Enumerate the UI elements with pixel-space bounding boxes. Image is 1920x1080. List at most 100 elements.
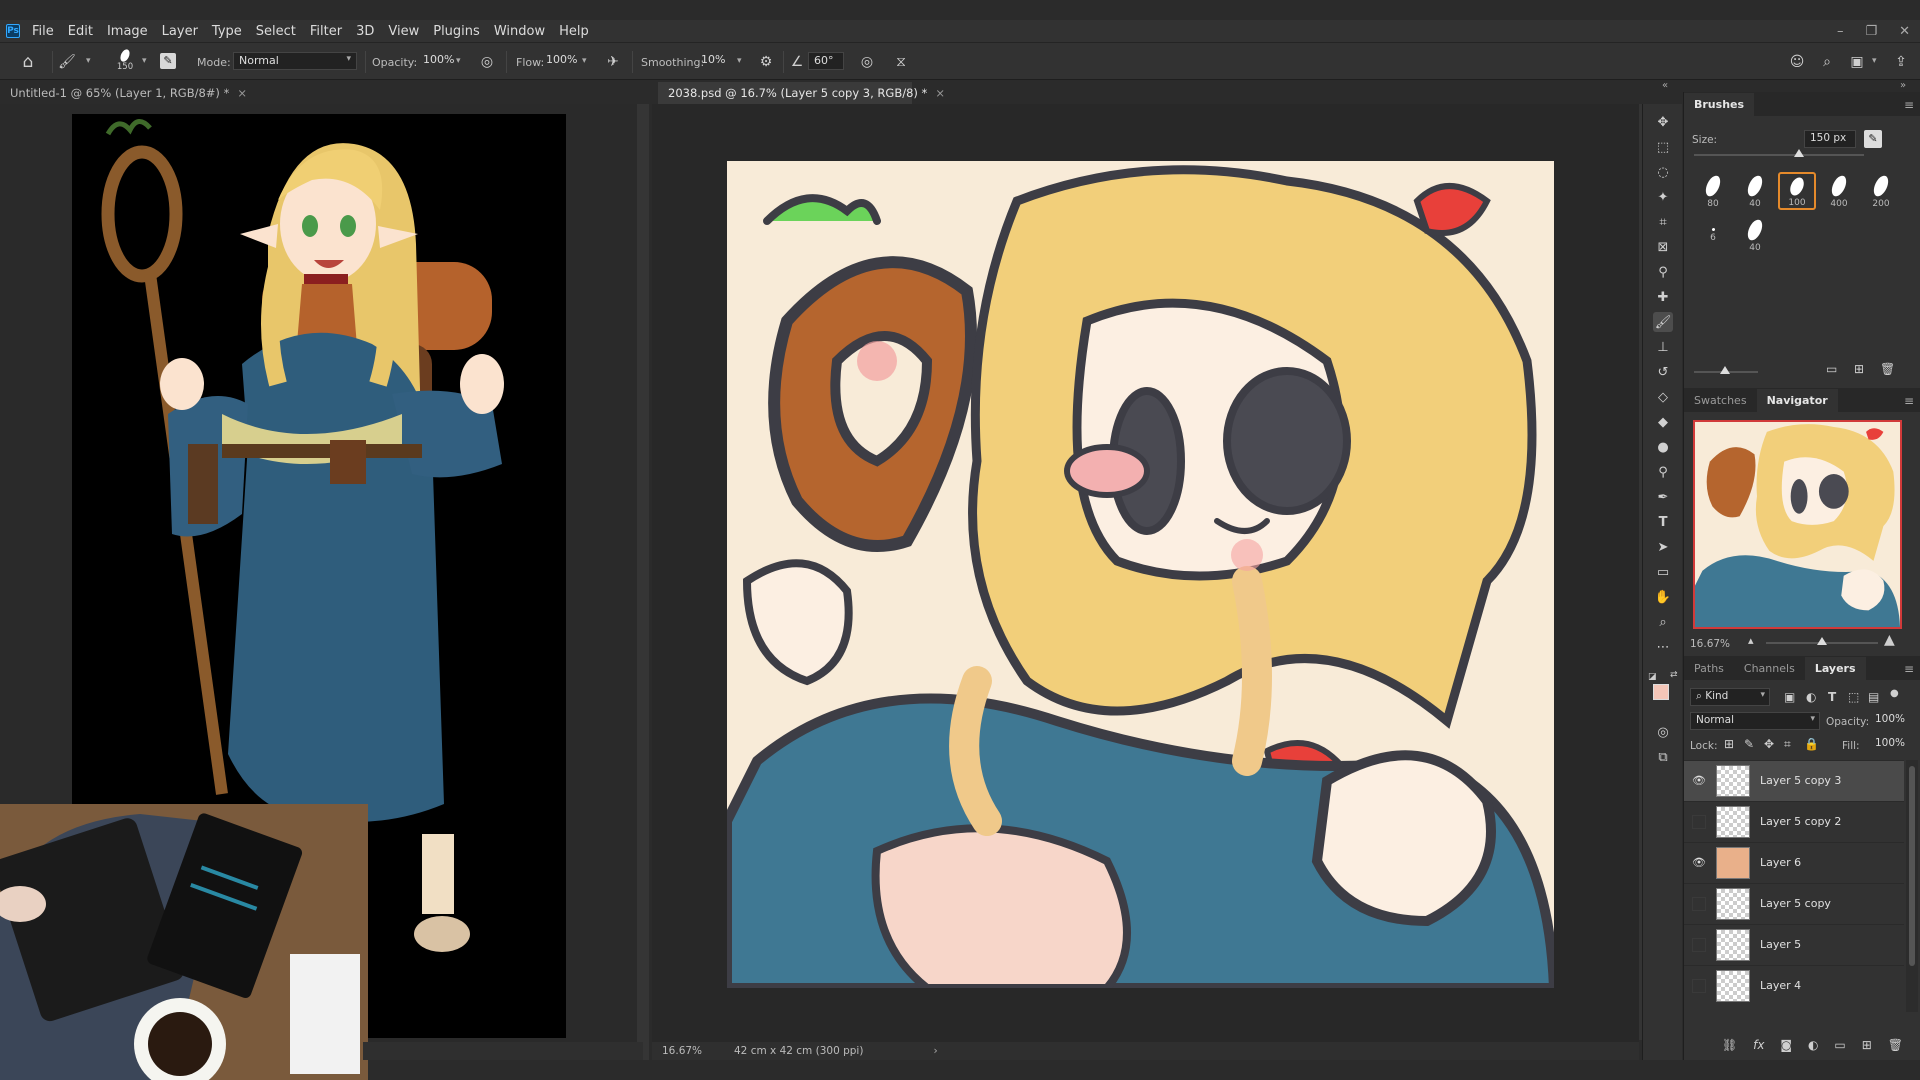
- lock-image-icon[interactable]: ✎: [1744, 737, 1754, 751]
- tab-untitled-1[interactable]: Untitled-1 @ 65% (Layer 1, RGB/8#) * ×: [0, 82, 247, 104]
- frame-icon[interactable]: ⊠: [1653, 237, 1673, 257]
- bucket-icon[interactable]: ◆: [1653, 412, 1673, 432]
- brush-size-input[interactable]: 150 px: [1804, 130, 1856, 148]
- type-icon[interactable]: T: [1653, 512, 1673, 532]
- menu-file[interactable]: File: [32, 24, 54, 39]
- workspace-chevron-icon[interactable]: ▾: [1872, 56, 1877, 66]
- search-icon[interactable]: ⌕: [1818, 53, 1836, 71]
- navigator-zoom-slider[interactable]: [1766, 637, 1878, 645]
- mode-select[interactable]: Normal ▾: [233, 52, 357, 70]
- tab-brushes[interactable]: Brushes: [1684, 93, 1755, 116]
- new-group-folder-icon[interactable]: ▭: [1834, 1038, 1845, 1052]
- brush-preview-slider[interactable]: [1694, 366, 1758, 374]
- marquee-icon[interactable]: ⬚: [1653, 137, 1673, 157]
- home-icon[interactable]: ⌂: [16, 53, 40, 71]
- brush-preset-picker[interactable]: 150: [112, 47, 138, 77]
- tab-layers[interactable]: Layers: [1804, 657, 1866, 680]
- tab-channels[interactable]: Channels: [1734, 657, 1805, 680]
- photoshop-logo-icon[interactable]: Ps: [6, 24, 20, 38]
- more-icon[interactable]: ⋯: [1653, 637, 1673, 657]
- smoothing-chevron-icon[interactable]: ▾: [737, 56, 742, 66]
- brushes-panel-menu-icon[interactable]: ≡: [1904, 98, 1914, 112]
- layer-row[interactable]: Layer 4: [1684, 965, 1904, 1006]
- hand-icon[interactable]: ✋: [1653, 587, 1673, 607]
- brush-preset[interactable]: 200: [1862, 172, 1900, 210]
- brush-size-slider[interactable]: [1694, 149, 1864, 157]
- lock-artboard-icon[interactable]: ⌗: [1784, 737, 1791, 752]
- visibility-eye-icon[interactable]: 👁: [1692, 774, 1706, 788]
- pressure-size-icon[interactable]: ◎: [858, 53, 876, 71]
- symmetry-icon[interactable]: ⧖: [892, 53, 910, 71]
- add-mask-icon[interactable]: ◙: [1780, 1038, 1792, 1052]
- status-zoom[interactable]: 16.67%: [662, 1045, 722, 1057]
- filter-type-icon[interactable]: T: [1828, 690, 1836, 704]
- menu-image[interactable]: Image: [107, 24, 148, 39]
- menu-view[interactable]: View: [388, 24, 419, 39]
- tab-paths[interactable]: Paths: [1684, 657, 1734, 680]
- brush-preset[interactable]: 100: [1778, 172, 1816, 210]
- zoom-icon[interactable]: ⌕: [1653, 612, 1673, 632]
- smoothing-input[interactable]: 10%: [696, 52, 732, 70]
- menu-type[interactable]: Type: [212, 24, 242, 39]
- opacity-input[interactable]: 100%: [418, 52, 454, 70]
- workspace-icon[interactable]: ▣: [1848, 53, 1866, 71]
- navigator-zoom-slider-thumb[interactable]: [1817, 637, 1827, 645]
- airbrush-icon[interactable]: ✈: [604, 53, 622, 71]
- move-icon[interactable]: ✥: [1653, 112, 1673, 132]
- layers-scrollbar[interactable]: [1906, 760, 1918, 1012]
- rectangle-icon[interactable]: ▭: [1653, 562, 1673, 582]
- filter-adjustment-icon[interactable]: ◐: [1806, 690, 1816, 704]
- close-tab-icon[interactable]: ×: [935, 86, 945, 100]
- blur-icon[interactable]: ●: [1653, 437, 1673, 457]
- reference-scrollbar[interactable]: [637, 104, 649, 1060]
- brush-preset[interactable]: 400: [1820, 172, 1858, 210]
- share-people-icon[interactable]: ☺: [1788, 53, 1806, 71]
- menu-filter[interactable]: Filter: [310, 24, 342, 39]
- path-select-icon[interactable]: ➤: [1653, 537, 1673, 557]
- angle-input[interactable]: 60°: [808, 52, 844, 70]
- brush-preset[interactable]: 40: [1736, 172, 1774, 210]
- restore-icon[interactable]: ❐: [1865, 24, 1877, 39]
- layer-opacity-input[interactable]: 100%: [1870, 712, 1914, 730]
- status-expand-icon[interactable]: ›: [933, 1045, 937, 1057]
- collapse-toolbar-icon[interactable]: «: [1662, 80, 1668, 91]
- new-layer-icon[interactable]: ⊞: [1862, 1038, 1872, 1052]
- visibility-eye-icon[interactable]: [1692, 897, 1706, 911]
- brush-preset-chevron-icon[interactable]: ▾: [142, 56, 147, 66]
- new-brush-group-folder-icon[interactable]: ▭: [1826, 362, 1837, 376]
- crop-icon[interactable]: ⌗: [1653, 212, 1673, 232]
- opacity-chevron-icon[interactable]: ▾: [456, 56, 461, 66]
- navigator-zoom-value[interactable]: 16.67%: [1690, 638, 1730, 650]
- menu-layer[interactable]: Layer: [162, 24, 198, 39]
- flow-input[interactable]: 100%: [541, 52, 577, 70]
- zoom-out-mountain-icon[interactable]: ▴: [1748, 634, 1754, 647]
- brush-preset[interactable]: 40: [1736, 216, 1774, 254]
- new-brush-icon[interactable]: ⊞: [1854, 362, 1864, 376]
- menu-select[interactable]: Select: [256, 24, 296, 39]
- brush-settings-icon[interactable]: ✎: [160, 53, 176, 69]
- brush-tool-icon[interactable]: 🖌: [58, 53, 76, 71]
- filter-pixel-icon[interactable]: ▣: [1784, 690, 1795, 704]
- lasso-icon[interactable]: ◌: [1653, 162, 1673, 182]
- flow-chevron-icon[interactable]: ▾: [582, 56, 587, 66]
- close-tab-icon[interactable]: ×: [237, 86, 247, 100]
- share-icon[interactable]: ⇪: [1892, 53, 1910, 71]
- layers-panel-menu-icon[interactable]: ≡: [1904, 662, 1914, 676]
- filter-toggle-icon[interactable]: ●: [1890, 688, 1899, 699]
- zoom-in-mountain-icon[interactable]: ▲: [1884, 632, 1895, 648]
- tab-2038-psd[interactable]: 2038.psd @ 16.7% (Layer 5 copy 3, RGB/8)…: [658, 82, 945, 104]
- layer-row[interactable]: Layer 5 copy: [1684, 883, 1904, 924]
- layer-filter-kind-select[interactable]: ⌕ Kind ▾: [1690, 688, 1770, 706]
- pressure-opacity-icon[interactable]: ◎: [478, 53, 496, 71]
- lock-transparent-icon[interactable]: ⊞: [1724, 737, 1734, 751]
- menu-3d[interactable]: 3D: [356, 24, 374, 39]
- brush-preset[interactable]: 80: [1694, 172, 1732, 210]
- swap-colors-icon[interactable]: ⇄: [1670, 670, 1678, 680]
- menu-help[interactable]: Help: [559, 24, 589, 39]
- brush-preview-slider-thumb[interactable]: [1720, 366, 1730, 374]
- navigator-panel-menu-icon[interactable]: ≡: [1904, 394, 1914, 408]
- delete-brush-icon[interactable]: 🗑: [1880, 362, 1895, 376]
- eraser-icon[interactable]: ◇: [1653, 387, 1673, 407]
- minimize-icon[interactable]: –: [1837, 24, 1844, 39]
- dodge-icon[interactable]: ⚲: [1653, 462, 1673, 482]
